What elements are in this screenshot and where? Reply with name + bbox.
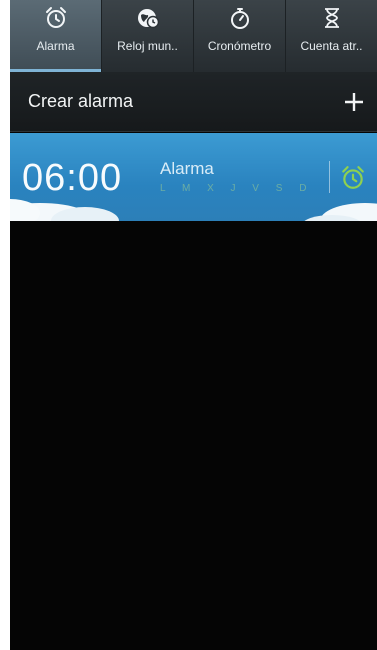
tab-label: Reloj mun.. <box>117 39 178 53</box>
tab-label: Alarma <box>36 39 75 53</box>
world-clock-icon <box>137 9 159 29</box>
plus-icon[interactable] <box>343 91 365 113</box>
alarm-name: Alarma <box>160 159 214 178</box>
create-alarm-label: Crear alarma <box>28 91 134 111</box>
tab-bar: Alarma Reloj mun.. Cronómetro Cuenta atr… <box>10 0 377 72</box>
alarm-days: L M X J V S D <box>160 183 314 194</box>
alarm-clock-icon <box>45 7 66 28</box>
tab-stopwatch[interactable]: Cronómetro <box>194 0 286 72</box>
alarm-item[interactable]: 06:00 Alarma L M X J V S D <box>10 133 377 221</box>
clock-app-screen: Alarma Reloj mun.. Cronómetro Cuenta atr… <box>10 0 377 650</box>
hourglass-icon <box>324 8 339 28</box>
create-alarm-row[interactable]: Crear alarma <box>10 72 377 132</box>
tab-alarm[interactable]: Alarma <box>10 0 102 72</box>
tab-label: Cuenta atr.. <box>300 39 363 53</box>
divider <box>329 161 330 193</box>
alarm-time: 06:00 <box>22 157 123 199</box>
tab-label: Cronómetro <box>207 39 272 53</box>
stopwatch-icon <box>230 8 249 29</box>
tab-world-clock[interactable]: Reloj mun.. <box>102 0 194 72</box>
alarm-clock-icon[interactable] <box>340 165 366 191</box>
tab-timer[interactable]: Cuenta atr.. <box>286 0 377 72</box>
